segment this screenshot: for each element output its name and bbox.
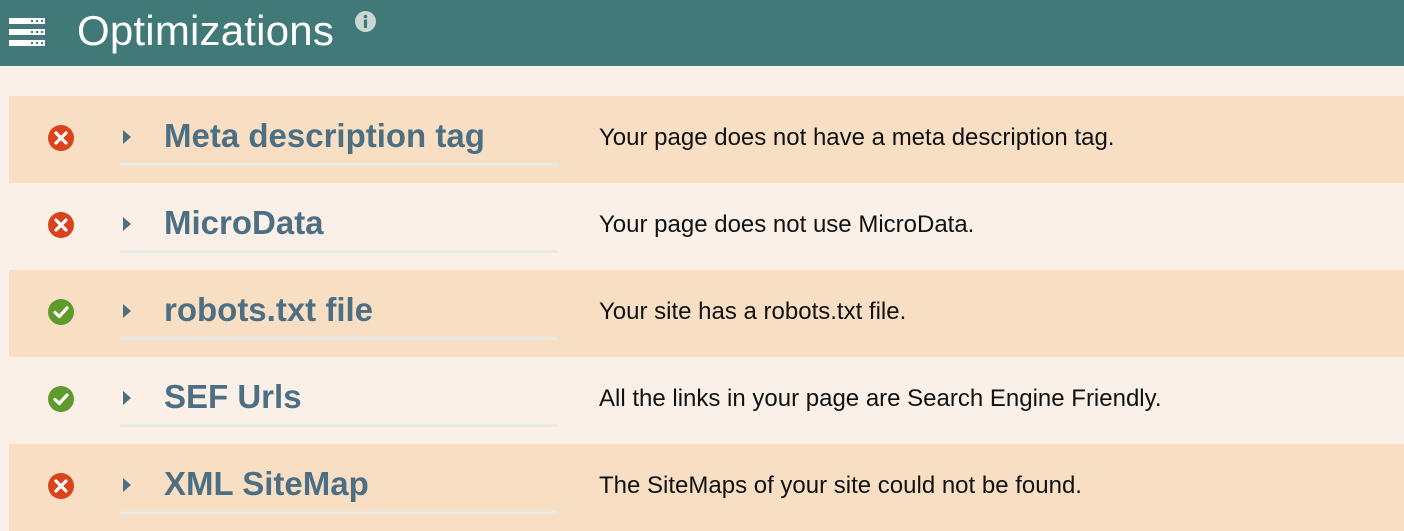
row-title-link[interactable]: MicroData [164,203,324,243]
row-title-underline [120,337,557,340]
optimization-row: Meta description tag Your page does not … [9,96,1404,183]
row-title-underline [120,511,557,514]
row-title-link[interactable]: SEF Urls [164,377,302,417]
chevron-right-icon[interactable] [121,476,133,494]
chevron-right-icon[interactable] [121,128,133,146]
check-circle-icon [48,386,74,412]
row-title-link[interactable]: Meta description tag [164,116,485,156]
optimization-row: robots.txt file Your site has a robots.t… [9,270,1404,357]
row-description: The SiteMaps of your site could not be f… [599,472,1082,499]
check-circle-icon [48,299,74,325]
row-title-link[interactable]: robots.txt file [164,290,373,330]
row-description: Your site has a robots.txt file. [599,298,907,325]
row-description: All the links in your page are Search En… [599,385,1162,412]
section-title: Optimizations [77,7,335,54]
optimization-row: XML SiteMap The SiteMaps of your site co… [9,444,1404,531]
row-title-underline [120,250,557,253]
x-circle-icon [48,212,74,238]
x-circle-icon [48,125,74,151]
x-circle-icon [48,473,74,499]
row-title-underline [120,163,557,166]
server-list-icon [9,18,45,46]
info-icon[interactable] [355,11,376,32]
row-description: Your page does not have a meta descripti… [599,124,1115,151]
optimization-row: SEF Urls All the links in your page are … [9,357,1404,444]
row-title-underline [120,424,557,427]
row-title-link[interactable]: XML SiteMap [164,464,369,504]
row-description: Your page does not use MicroData. [599,211,975,238]
section-header: Optimizations [0,0,1404,66]
optimization-row: MicroData Your page does not use MicroDa… [9,183,1404,270]
chevron-right-icon[interactable] [121,302,133,320]
chevron-right-icon[interactable] [121,389,133,407]
chevron-right-icon[interactable] [121,215,133,233]
